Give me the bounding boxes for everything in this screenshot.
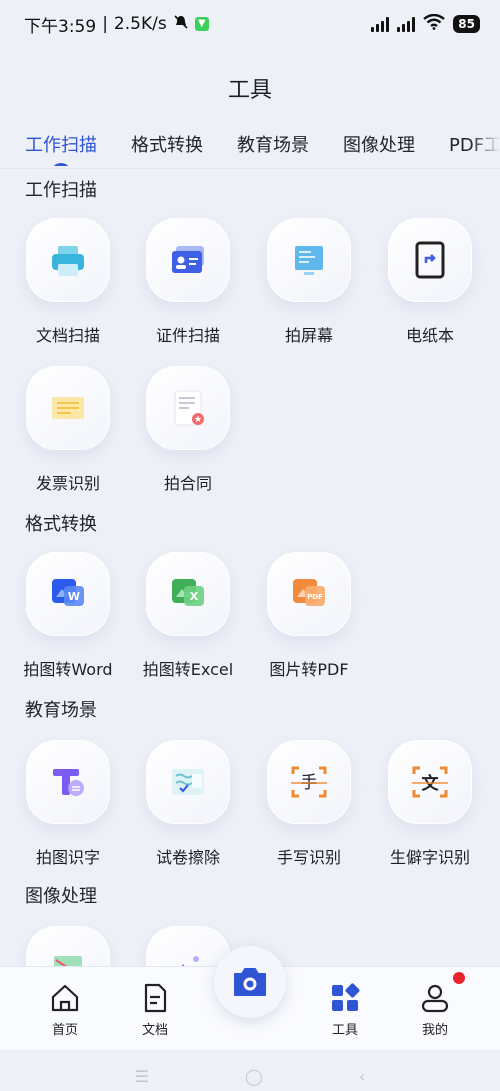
section-title-image-process: 图像处理: [25, 886, 97, 907]
tool-invoice-recognition[interactable]: 发票识别: [13, 366, 123, 494]
category-tabs: 工作扫描 格式转换 教育场景 图像处理 PDF工: [0, 122, 500, 166]
tool-id-scan[interactable]: 证件扫描: [133, 218, 243, 346]
home-icon: [35, 981, 95, 1015]
section-title-format-convert: 格式转换: [25, 514, 97, 535]
invoice-icon: [52, 397, 84, 419]
exam-paper-icon: [172, 769, 204, 795]
wifi-icon: [423, 13, 446, 35]
page-title: 工具: [227, 78, 272, 103]
signal-icon: [371, 16, 390, 32]
section-title-work-scan: 工作扫描: [25, 180, 97, 201]
text-recognition-icon: [53, 769, 84, 796]
tool-photo-to-excel[interactable]: X 拍图转Excel: [133, 552, 243, 680]
rare-character-icon: 文: [412, 766, 448, 798]
tool-rare-character-recognition[interactable]: 文 生僻字识别: [375, 740, 485, 868]
tools-grid-icon: [315, 981, 375, 1015]
word-icon: W: [52, 579, 84, 606]
document-icon: [125, 981, 185, 1015]
system-nav-bar: ☰ ◯ ‹: [0, 1062, 500, 1091]
tablet-icon: [415, 241, 445, 279]
nav-tools[interactable]: 工具: [315, 981, 375, 1041]
tabs-divider: [0, 168, 500, 169]
tool-e-paper[interactable]: 电纸本: [375, 218, 485, 346]
tab-format-convert[interactable]: 格式转换: [131, 131, 203, 157]
camera-icon: [234, 968, 266, 996]
user-icon: [405, 981, 465, 1015]
tab-education[interactable]: 教育场景: [237, 131, 309, 157]
nav-home[interactable]: 首页: [35, 981, 95, 1038]
svg-text:PDF: PDF: [307, 593, 323, 601]
contract-icon: [174, 390, 204, 426]
handwriting-icon: 手: [291, 766, 327, 798]
tool-doc-scan[interactable]: 文档扫描: [13, 218, 123, 346]
nav-docs[interactable]: 文档: [125, 981, 185, 1038]
svg-text:W: W: [68, 590, 80, 603]
excel-icon: X: [172, 579, 204, 606]
notification-dot: [453, 972, 465, 984]
home-circle-icon[interactable]: ◯: [245, 1067, 263, 1086]
tab-image-process[interactable]: 图像处理: [343, 131, 415, 157]
menu-icon[interactable]: ☰: [135, 1067, 149, 1086]
battery-indicator: 85: [453, 15, 480, 33]
nav-mine[interactable]: 我的: [405, 981, 465, 1038]
tool-screen-capture[interactable]: 拍屏幕: [254, 218, 364, 346]
mute-icon: [173, 14, 189, 35]
id-card-icon: [172, 246, 204, 273]
status-bar: 下午3:59 | 2.5K/s ▼ 85: [0, 0, 500, 48]
tab-work-scan[interactable]: 工作扫描: [25, 131, 97, 166]
network-speed: 2.5K/s: [113, 14, 167, 34]
tool-handwriting-recognition[interactable]: 手 手写识别: [254, 740, 364, 868]
section-title-education: 教育场景: [25, 700, 97, 721]
active-tab-indicator: [51, 163, 71, 166]
tool-photo-to-word[interactable]: W 拍图转Word: [13, 552, 123, 680]
pdf-icon: PDF: [293, 579, 325, 606]
tool-image-to-pdf[interactable]: PDF 图片转PDF: [254, 552, 364, 680]
status-time: 下午3:59: [24, 16, 97, 37]
monitor-icon: [295, 246, 323, 275]
tool-contract-capture[interactable]: 拍合同: [133, 366, 243, 494]
tool-exam-erase[interactable]: 试卷擦除: [133, 740, 243, 868]
svg-text:X: X: [190, 590, 199, 603]
signal-2-icon: [397, 16, 416, 32]
shield-app-icon: ▼: [194, 17, 209, 31]
camera-button[interactable]: [214, 946, 286, 1018]
back-icon[interactable]: ‹: [359, 1067, 365, 1086]
tool-text-recognition[interactable]: 拍图识字: [13, 740, 123, 868]
printer-icon: [52, 246, 84, 276]
